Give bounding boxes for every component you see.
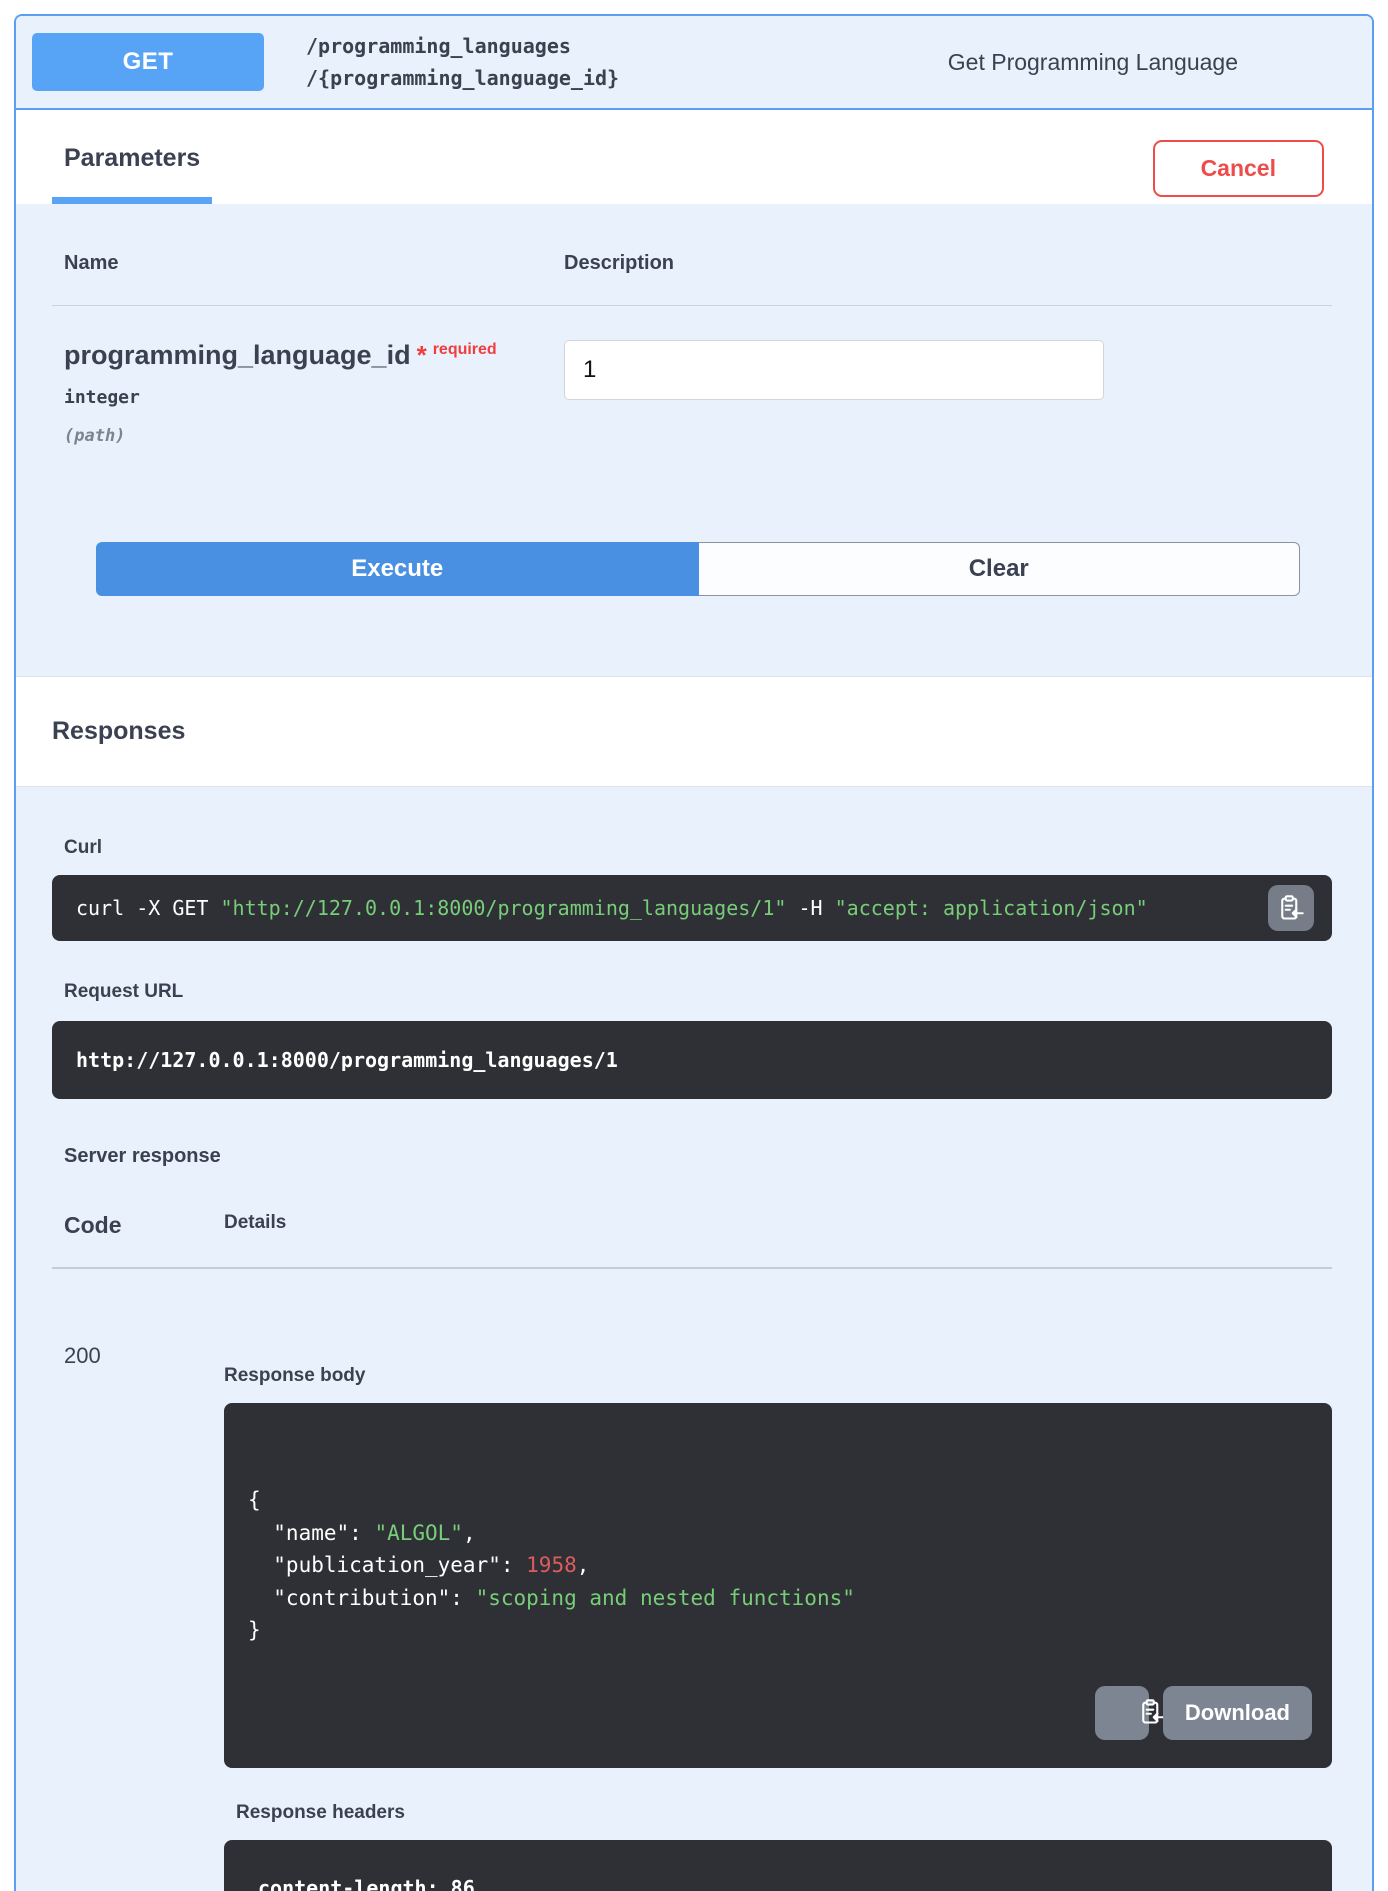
operation-description: Get Programming Language (948, 49, 1238, 76)
endpoint-path-line2: /{programming_language_id} (306, 62, 619, 94)
parameter-value-input[interactable] (564, 340, 1104, 400)
endpoint-path: /programming_languages /{programming_lan… (306, 30, 619, 94)
response-headers-label: Response headers (224, 1802, 1332, 1824)
copy-curl-button[interactable] (1268, 885, 1314, 931)
server-response-divider (52, 1267, 1332, 1269)
parameter-row: programming_language_id* required integer… (52, 306, 1332, 446)
response-headers: content-length: 86content-type: applicat… (224, 1840, 1332, 1891)
response-body-actions: Download (1095, 1686, 1312, 1740)
request-url-label: Request URL (52, 981, 1332, 1003)
tab-parameters[interactable]: Parameters (52, 138, 212, 204)
server-response-label: Server response (52, 1145, 1332, 1168)
curl-command: curl -X GET "http://127.0.0.1:8000/progr… (52, 875, 1332, 941)
endpoint-path-line1: /programming_languages (306, 30, 619, 62)
name-column-header: Name (52, 252, 552, 275)
response-body: { "name": "ALGOL", "publication_year": 1… (224, 1403, 1332, 1768)
parameter-value-cell (564, 340, 1332, 446)
responses-title: Responses (52, 717, 1336, 746)
cancel-button[interactable]: Cancel (1153, 140, 1324, 197)
details-column-header: Details (224, 1212, 1332, 1239)
execute-button[interactable]: Execute (96, 542, 699, 596)
required-asterisk: * (417, 340, 427, 370)
description-column-header: Description (552, 252, 1332, 275)
responses-section-header: Responses (16, 676, 1372, 787)
execute-button-group: Execute Clear (96, 542, 1300, 596)
request-url-value: http://127.0.0.1:8000/programming_langua… (52, 1021, 1332, 1099)
http-method-badge: GET (32, 33, 264, 91)
parameters-tab-bar: Parameters Cancel (16, 110, 1372, 204)
clear-button[interactable]: Clear (699, 542, 1301, 596)
operation-summary-header[interactable]: GET /programming_languages /{programming… (16, 16, 1372, 110)
parameter-location: (path) (64, 426, 564, 446)
code-column-header: Code (52, 1212, 224, 1239)
response-body-json: { "name": "ALGOL", "publication_year": 1… (248, 1484, 1308, 1647)
parameter-type: integer (64, 387, 564, 408)
status-code: 200 (52, 1343, 224, 1891)
parameter-name: programming_language_id (64, 340, 411, 370)
response-details-cell: Response body { "name": "ALGOL", "public… (224, 1343, 1332, 1891)
responses-section: Curl curl -X GET "http://127.0.0.1:8000/… (16, 787, 1372, 1891)
download-button[interactable]: Download (1163, 1686, 1312, 1740)
parameter-name-cell: programming_language_id* required integer… (64, 340, 564, 446)
response-body-label: Response body (224, 1365, 1332, 1387)
operation-panel: GET /programming_languages /{programming… (14, 14, 1374, 1891)
server-response-row: 200 Response body { "name": "ALGOL", "pu… (52, 1313, 1332, 1891)
copy-response-button[interactable] (1095, 1686, 1149, 1740)
clipboard-copy-icon (1078, 1683, 1165, 1744)
curl-label: Curl (52, 837, 1332, 859)
parameters-section: Name Description programming_language_id… (16, 204, 1372, 676)
required-label: required (433, 341, 497, 358)
